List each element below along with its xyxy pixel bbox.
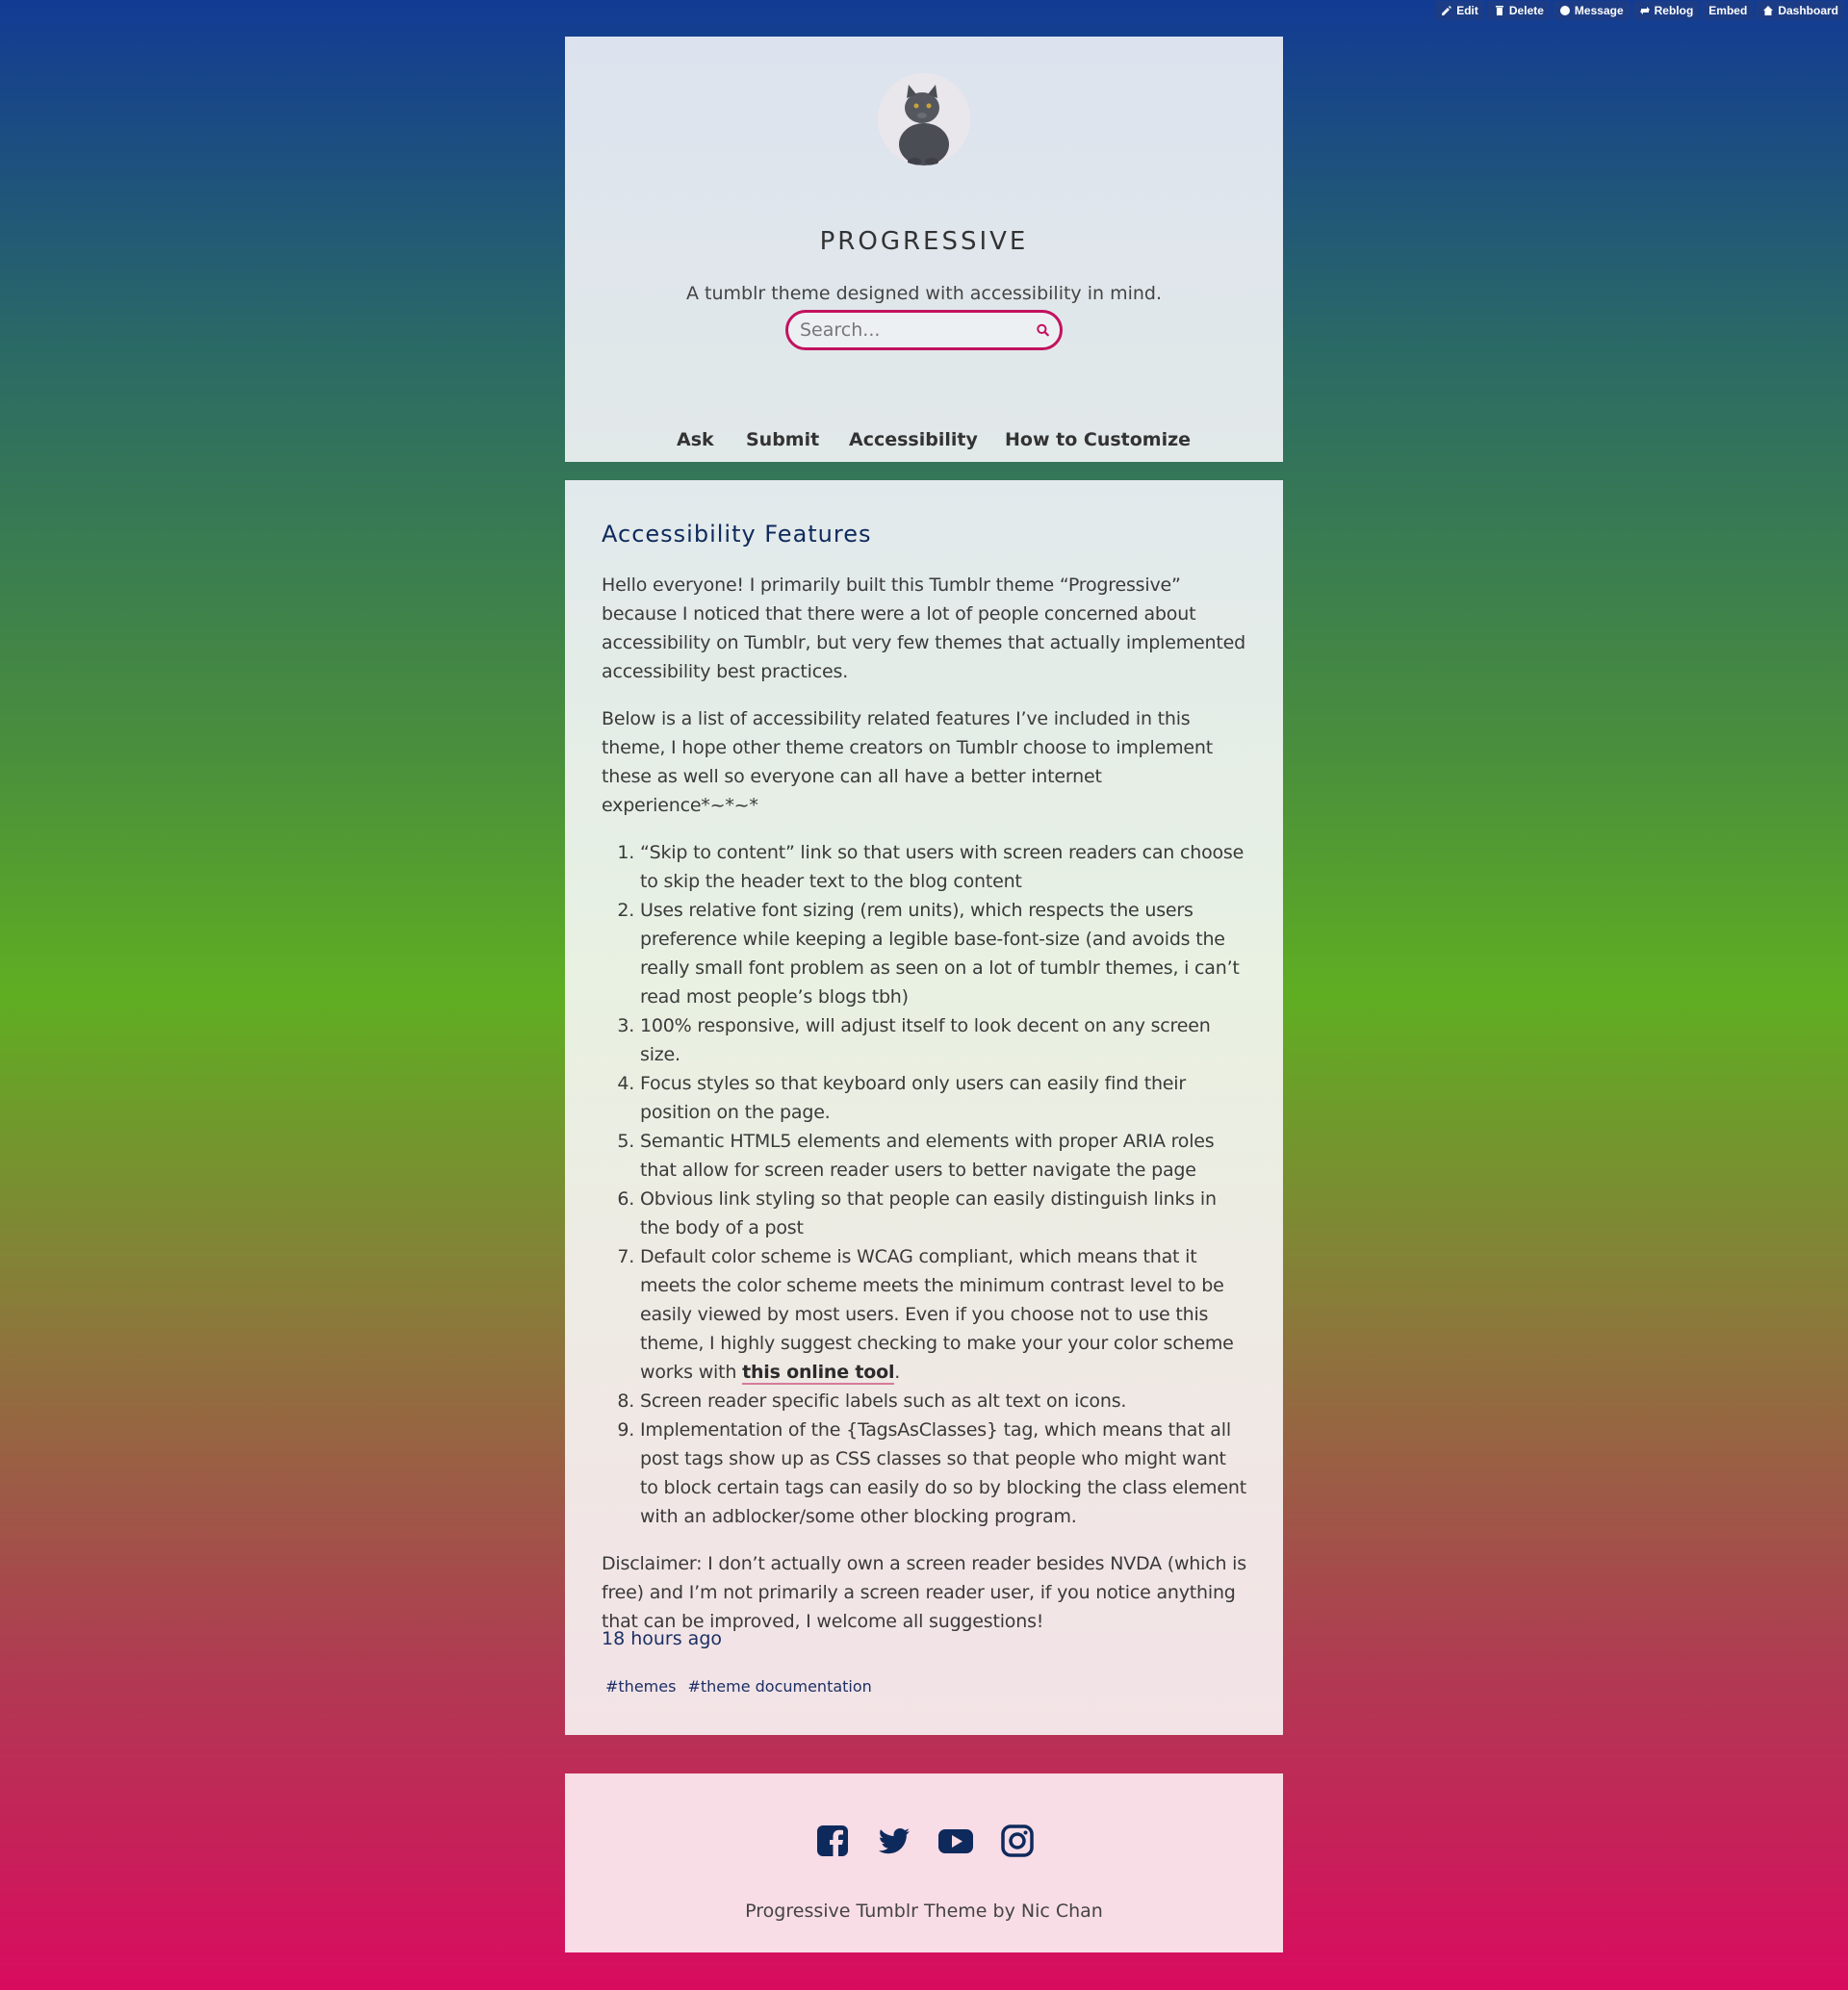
edit-label: Edit (1456, 4, 1478, 17)
search-input[interactable] (798, 319, 1036, 342)
pencil-icon (1442, 6, 1452, 15)
youtube-icon[interactable] (938, 1824, 973, 1858)
reblog-icon (1639, 7, 1650, 14)
edit-button[interactable]: Edit (1435, 1, 1484, 20)
disclaimer-paragraph: Disclaimer: I don’t actually own a scree… (602, 1553, 1246, 1632)
reblog-button[interactable]: Reblog (1632, 1, 1700, 20)
delete-label: Delete (1508, 4, 1544, 17)
list-item: Implementation of the {TagsAsClasses} ta… (640, 1416, 1246, 1531)
dashboard-label: Dashboard (1778, 4, 1838, 17)
facebook-icon[interactable] (815, 1824, 850, 1858)
search-box (785, 310, 1063, 350)
list-item-period: . (894, 1362, 901, 1383)
delete-button[interactable]: Delete (1487, 1, 1550, 20)
post-paragraph: Below is a list of accessibility related… (602, 708, 1213, 816)
list-item: “Skip to content” link so that users wit… (640, 838, 1246, 896)
tumblr-controls: Edit Delete Message Reblog Embed Dashboa… (1435, 1, 1844, 20)
home-icon (1763, 6, 1774, 15)
embed-button[interactable]: Embed (1703, 1, 1754, 20)
message-button[interactable]: Message (1553, 1, 1630, 20)
search-icon[interactable] (1036, 320, 1050, 340)
dashboard-button[interactable]: Dashboard (1757, 1, 1844, 20)
tag-themes[interactable]: #themes (605, 1677, 676, 1696)
nav-how-to-customize[interactable]: How to Customize (1005, 429, 1191, 450)
list-item-text: Default color scheme is WCAG compliant, … (640, 1246, 1234, 1383)
list-item: 100% responsive, will adjust itself to l… (640, 1011, 1246, 1069)
post: Accessibility Features Hello everyone! I… (565, 480, 1283, 1735)
blog-title[interactable]: PROGRESSIVE (565, 227, 1283, 256)
list-item: Default color scheme is WCAG compliant, … (640, 1242, 1246, 1387)
post-paragraph: Hello everyone! I primarily built this T… (602, 574, 1245, 682)
list-item: Obvious link styling so that people can … (640, 1185, 1246, 1242)
list-item: Screen reader specific labels such as al… (640, 1387, 1246, 1416)
post-title[interactable]: Accessibility Features (602, 521, 1246, 548)
nav-ask[interactable]: Ask (677, 429, 714, 450)
reblog-label: Reblog (1654, 4, 1694, 17)
nav-submit[interactable]: Submit (746, 429, 819, 450)
social-links (565, 1824, 1283, 1858)
footer-credit: Progressive Tumblr Theme by Nic Chan (745, 1901, 1103, 1922)
post-timestamp[interactable]: 18 hours ago (602, 1628, 722, 1649)
post-tags: #themes #theme documentation (605, 1677, 872, 1696)
twitter-icon[interactable] (877, 1824, 911, 1858)
tag-theme-documentation[interactable]: #theme documentation (687, 1677, 871, 1696)
trash-icon (1495, 6, 1503, 15)
cat-avatar-image (878, 73, 970, 166)
avatar[interactable] (878, 73, 970, 166)
message-icon (1559, 6, 1570, 15)
message-label: Message (1574, 4, 1624, 17)
embed-label: Embed (1708, 4, 1748, 17)
nav-accessibility[interactable]: Accessibility (849, 429, 978, 450)
blog-header: PROGRESSIVE A tumblr theme designed with… (565, 37, 1283, 462)
blog-description: A tumblr theme designed with accessibili… (685, 283, 1163, 304)
list-item: Focus styles so that keyboard only users… (640, 1069, 1246, 1127)
list-item: Uses relative font sizing (rem units), w… (640, 896, 1246, 1011)
feature-list: “Skip to content” link so that users wit… (602, 838, 1246, 1531)
online-tool-link[interactable]: this online tool (742, 1362, 894, 1385)
blog-footer: Progressive Tumblr Theme by Nic Chan (565, 1773, 1283, 1952)
instagram-icon[interactable] (1000, 1824, 1035, 1858)
post-body: Hello everyone! I primarily built this T… (602, 571, 1246, 1636)
list-item: Semantic HTML5 elements and elements wit… (640, 1127, 1246, 1185)
